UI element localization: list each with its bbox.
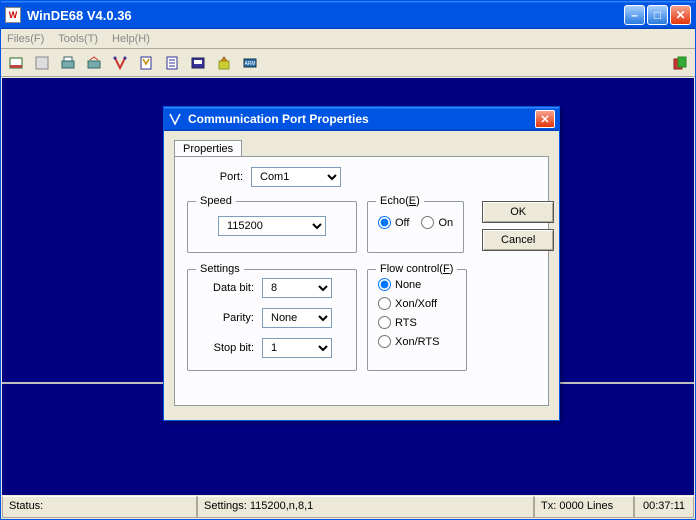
statusbar: Status: Settings: 115200,n,8,1 Tx: 0000 … <box>2 496 694 518</box>
menu-tools[interactable]: Tools(T) <box>58 33 98 45</box>
flow-rts-radio[interactable]: RTS <box>378 316 456 329</box>
toolbar: ARM <box>1 49 695 77</box>
stopbit-label: Stop bit: <box>198 342 254 354</box>
toolbar-btn-10[interactable]: ARM <box>239 52 261 74</box>
flow-xonrts-radio[interactable]: Xon/RTS <box>378 335 456 348</box>
dialog-close-button[interactable]: ✕ <box>535 110 555 128</box>
app-title: WinDE68 V4.0.36 <box>27 8 624 23</box>
parity-combo[interactable]: None <box>262 308 332 328</box>
window-controls: – □ ✕ <box>624 5 691 25</box>
port-row: Port: Com1 <box>187 167 536 187</box>
toolbar-btn-5[interactable] <box>109 52 131 74</box>
flow-none-radio[interactable]: None <box>378 278 456 291</box>
flow-group: Flow control(F) None Xon/Xoff RTS Xon/RT… <box>367 269 467 371</box>
svg-text:ARM: ARM <box>244 61 255 67</box>
settings-group: Settings Data bit: 8 Parity: None Stop b… <box>187 269 357 371</box>
dialog-buttons: OK Cancel <box>482 201 554 253</box>
echo-legend: Echo(E) <box>376 195 424 207</box>
databit-combo[interactable]: 8 <box>262 278 332 298</box>
dialog-icon <box>168 112 182 126</box>
port-combo[interactable]: Com1 <box>251 167 341 187</box>
dialog-body: Properties Port: Com1 Speed 115200 <box>164 131 559 420</box>
menu-help[interactable]: Help(H) <box>112 33 150 45</box>
close-button[interactable]: ✕ <box>670 5 691 25</box>
tab-panel: Port: Com1 Speed 115200 <box>174 156 549 406</box>
echo-group: Echo(E) Off On <box>367 201 464 253</box>
port-label: Port: <box>187 171 243 183</box>
flow-legend: Flow control(F) <box>376 263 457 275</box>
databit-label: Data bit: <box>198 282 254 294</box>
minimize-button[interactable]: – <box>624 5 645 25</box>
speed-legend: Speed <box>196 195 236 207</box>
echo-off-radio[interactable]: Off <box>378 216 409 229</box>
speed-combo[interactable]: 115200 <box>218 216 326 236</box>
stopbit-combo[interactable]: 1 <box>262 338 332 358</box>
ok-button[interactable]: OK <box>482 201 554 223</box>
flow-xonxoff-radio[interactable]: Xon/Xoff <box>378 297 456 310</box>
echo-on-radio[interactable]: On <box>421 216 453 229</box>
toolbar-btn-1[interactable] <box>5 52 27 74</box>
status-tx: Tx: 0000 Lines <box>534 496 634 518</box>
toolbar-btn-3[interactable] <box>57 52 79 74</box>
toolbar-btn-2[interactable] <box>31 52 53 74</box>
tab-properties[interactable]: Properties <box>174 140 242 157</box>
toolbar-btn-right[interactable] <box>669 52 691 74</box>
status-time: 00:37:11 <box>634 496 694 518</box>
settings-legend: Settings <box>196 263 244 275</box>
menu-files[interactable]: Files(F) <box>7 33 44 45</box>
toolbar-btn-9[interactable] <box>213 52 235 74</box>
toolbar-btn-4[interactable] <box>83 52 105 74</box>
main-window: W WinDE68 V4.0.36 – □ ✕ Files(F) Tools(T… <box>0 0 696 520</box>
tab-header: Properties <box>174 139 549 156</box>
status-settings: Settings: 115200,n,8,1 <box>197 496 534 518</box>
cancel-button[interactable]: Cancel <box>482 229 554 251</box>
status-label: Status: <box>2 496 197 518</box>
comm-port-dialog: Communication Port Properties ✕ Properti… <box>163 106 560 421</box>
parity-label: Parity: <box>198 312 254 324</box>
toolbar-btn-8[interactable] <box>187 52 209 74</box>
speed-group: Speed 115200 <box>187 201 357 253</box>
dialog-title: Communication Port Properties <box>188 112 535 126</box>
menubar: Files(F) Tools(T) Help(H) <box>1 29 695 49</box>
app-icon: W <box>5 7 21 23</box>
toolbar-btn-6[interactable] <box>135 52 157 74</box>
dialog-titlebar: Communication Port Properties ✕ <box>164 107 559 131</box>
toolbar-btn-7[interactable] <box>161 52 183 74</box>
maximize-button[interactable]: □ <box>647 5 668 25</box>
main-titlebar: W WinDE68 V4.0.36 – □ ✕ <box>1 1 695 29</box>
